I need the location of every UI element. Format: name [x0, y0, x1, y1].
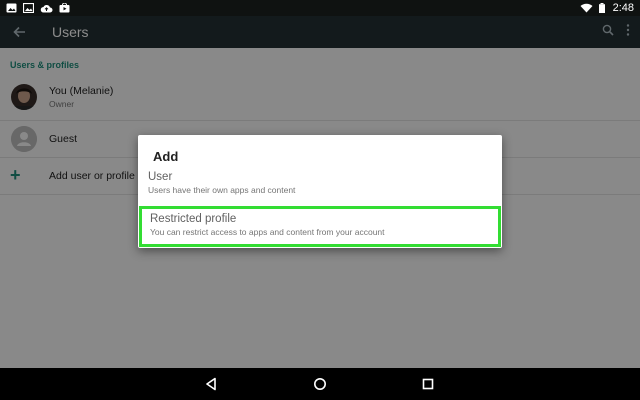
wifi-icon: [580, 3, 593, 13]
navigation-bar: [0, 368, 640, 400]
back-triangle-icon[interactable]: [203, 376, 219, 392]
home-circle-icon[interactable]: [312, 376, 328, 392]
battery-icon: [598, 3, 605, 13]
status-bar: 2:48: [0, 0, 640, 16]
clock: 2:48: [612, 2, 634, 14]
option-restricted-profile[interactable]: Restricted profile You can restrict acce…: [139, 206, 501, 247]
system-icons: 2:48: [580, 2, 634, 14]
cloud-upload-icon: [40, 3, 53, 13]
option-subtitle: You can restrict access to apps and cont…: [150, 227, 385, 237]
notification-icons: [6, 3, 70, 13]
option-title: User: [148, 171, 173, 183]
option-subtitle: Users have their own apps and content: [148, 185, 296, 195]
recents-square-icon[interactable]: [420, 376, 436, 392]
option-title: Restricted profile: [150, 213, 237, 225]
image-icon: [6, 3, 17, 13]
option-user[interactable]: User Users have their own apps and conte…: [138, 171, 502, 201]
add-dialog: Add User Users have their own apps and c…: [138, 135, 502, 248]
dialog-title: Add: [153, 149, 179, 164]
image-icon: [23, 3, 34, 13]
play-store-icon: [59, 3, 70, 13]
